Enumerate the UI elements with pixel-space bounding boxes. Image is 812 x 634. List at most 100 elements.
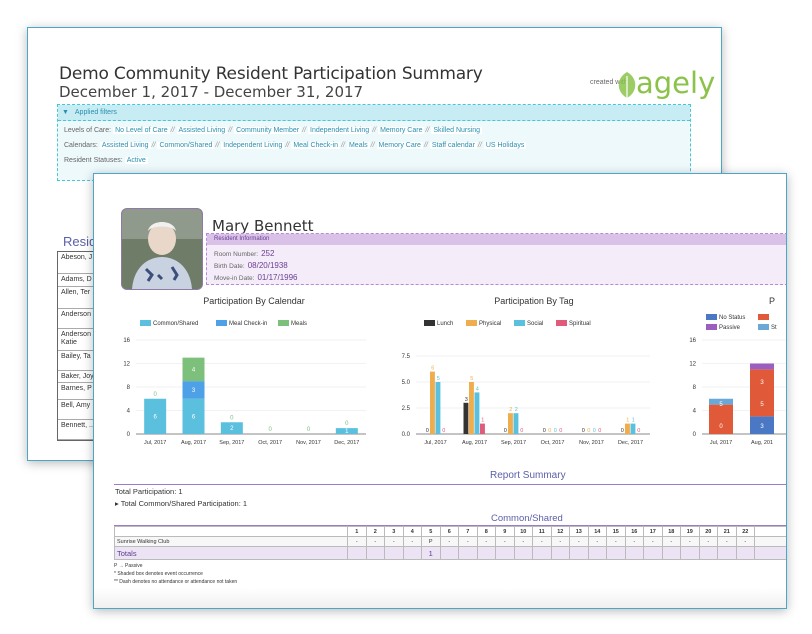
- grid-cell: -: [735, 536, 755, 547]
- filter-chip[interactable]: Assisted Living: [176, 127, 228, 134]
- bar-value-label: 0: [559, 428, 562, 434]
- y-tick-label: 12: [689, 362, 696, 368]
- filter-label: Levels of Care:: [64, 127, 112, 134]
- grid-cell: [661, 546, 681, 560]
- filter-chip[interactable]: Active: [124, 157, 148, 164]
- grid-cell: 6: [439, 526, 459, 537]
- bar-value-label: 0: [587, 428, 590, 434]
- bar-top-label: 0: [307, 427, 311, 433]
- y-tick-label: 2.5: [402, 406, 411, 412]
- bar-top-label: 0: [268, 427, 272, 433]
- bar-value-label: 0: [548, 428, 551, 434]
- filter-chip[interactable]: Meal Check-in: [291, 142, 341, 149]
- filter-label: Resident Statuses:: [64, 157, 123, 164]
- grid-cell: -: [365, 536, 385, 547]
- bar-segment: [750, 363, 774, 370]
- grid-cell: [402, 546, 422, 560]
- y-tick-label: 16: [689, 338, 696, 344]
- grid-cell: 11: [532, 526, 552, 537]
- filter-chip[interactable]: Memory Care: [378, 127, 425, 134]
- move-in-date-value: 01/17/1996: [257, 273, 298, 282]
- grid-cell: 9: [495, 526, 515, 537]
- filter-chip[interactable]: No Level of Care: [113, 127, 170, 134]
- applied-filters-toggle[interactable]: ▼ Applied filters: [58, 105, 690, 121]
- bar: [474, 392, 480, 434]
- grid-cell: [532, 546, 552, 560]
- grid-cell: -: [661, 536, 681, 547]
- filter-chip[interactable]: Skilled Nursing: [431, 127, 483, 134]
- filter-separator: //: [423, 142, 428, 149]
- filter-chip[interactable]: Common/Shared: [157, 142, 215, 149]
- filter-row-calendars: Calendars: Assisted Living//Common/Shared…: [64, 142, 527, 149]
- grid-cell: 15: [606, 526, 626, 537]
- grid-cell: 14: [587, 526, 607, 537]
- bar: [480, 423, 485, 434]
- filter-chip[interactable]: Staff calendar: [429, 142, 477, 149]
- grid-cell: -: [550, 536, 570, 547]
- grid-cell: [495, 546, 515, 560]
- legend-passive[interactable]: Passive: [706, 324, 740, 331]
- x-tick-label: Dec, 2017: [334, 440, 359, 446]
- y-tick-label: 4: [693, 409, 697, 415]
- grid-cell: -: [606, 536, 626, 547]
- grid-cell: -: [569, 536, 589, 547]
- filter-separator: //: [341, 142, 345, 149]
- grid-cell: 13: [569, 526, 589, 537]
- bar: [630, 423, 636, 434]
- filter-chip[interactable]: Meals: [346, 142, 370, 149]
- x-tick-label: Nov, 2017: [296, 440, 321, 446]
- attendance-grid: 1 2 3 4 5 6 7 8 9 10 11 12 13 14 15 16 17 18 19 20 21 22 Sunri…: [114, 526, 786, 560]
- room-number-row: Room Number: 252: [214, 249, 275, 258]
- bar: [625, 423, 630, 434]
- filter-chip[interactable]: Memory Care: [376, 142, 423, 149]
- totals-row: Totals 1: [114, 546, 786, 560]
- grid-cell: -: [587, 536, 607, 547]
- filter-separator: //: [425, 127, 430, 134]
- x-tick-label: Oct, 2017: [258, 440, 282, 446]
- total-common-shared-toggle[interactable]: ▸ Total Common/Shared Participation: 1: [115, 499, 247, 508]
- chart-calendar-title: Participation By Calendar: [203, 296, 305, 306]
- bar-value-label: 1: [632, 418, 635, 424]
- bar-top-label: 0: [345, 421, 349, 427]
- chart-tag-title: Participation By Tag: [494, 296, 574, 306]
- legend-lunch[interactable]: Lunch: [424, 320, 453, 327]
- legend-common-shared[interactable]: Common/Shared: [140, 320, 198, 327]
- y-tick-label: 12: [123, 362, 130, 368]
- filter-chip[interactable]: Independent Living: [221, 142, 285, 149]
- bar-value-label: 2: [509, 407, 512, 413]
- legend-social[interactable]: Social: [514, 320, 543, 327]
- bar-value-label: 6: [431, 366, 434, 372]
- legend-meals[interactable]: Meals: [278, 320, 307, 327]
- x-tick-label: Aug, 2017: [181, 440, 206, 446]
- grid-cell: 17: [643, 526, 663, 537]
- filter-chip[interactable]: Independent Living: [308, 127, 372, 134]
- footnote-passive: P → Passive: [114, 563, 143, 569]
- filter-separator: //: [170, 127, 175, 134]
- grid-cell: 3: [384, 526, 404, 537]
- legend-physical[interactable]: Physical: [466, 320, 501, 327]
- bar-value-label: 1: [626, 418, 629, 424]
- grid-cell: [384, 546, 404, 560]
- grid-cell: [717, 546, 737, 560]
- grid-cell: -: [347, 536, 367, 547]
- filter-chip[interactable]: Community Member: [234, 127, 302, 134]
- legend-no-status[interactable]: No Status: [706, 314, 745, 321]
- room-number-value: 252: [261, 249, 275, 258]
- grid-cell: 7: [458, 526, 478, 537]
- grid-cell: [365, 546, 385, 560]
- legend-orange-status[interactable]: [758, 314, 771, 321]
- grid-cell: 1: [421, 546, 441, 560]
- grid-cell: [587, 546, 607, 560]
- filter-chip[interactable]: Assisted Living: [99, 142, 151, 149]
- chart-status-title: P: [768, 296, 775, 306]
- bar-value-label: 0: [582, 428, 585, 434]
- legend-meal-checkin[interactable]: Meal Check-in: [216, 320, 267, 327]
- legend-st[interactable]: St: [758, 324, 777, 331]
- chart-participation-by-status: 0481216051Jul, 2017353Aug, 201: [689, 338, 786, 446]
- legend-spiritual[interactable]: Spiritual: [556, 320, 591, 327]
- applied-filters-panel: ▼ Applied filters Levels of Care: No Leve…: [57, 104, 691, 181]
- filter-chip[interactable]: US Holidays: [483, 142, 527, 149]
- y-tick-label: 0: [127, 432, 131, 438]
- bar-value-label: 0: [442, 428, 445, 434]
- grid-cell: -: [402, 536, 422, 547]
